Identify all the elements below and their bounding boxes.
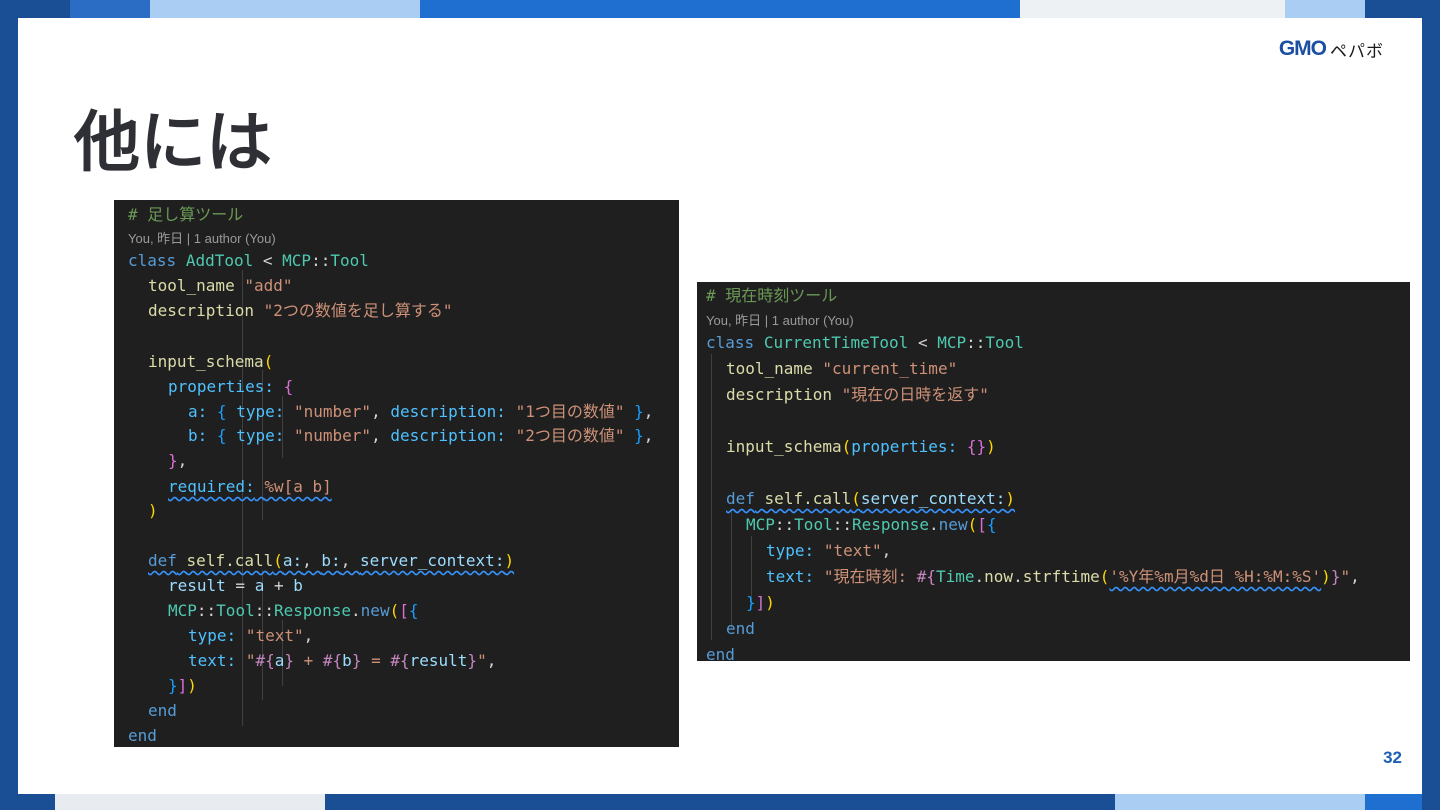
code-line: def self.call(server_context:) [726, 489, 1016, 508]
code-line: tool_name "current_time" [726, 359, 958, 378]
code-line: class AddTool < MCP::Tool [128, 251, 369, 270]
code-line: type: "text", [188, 626, 314, 645]
slide: GMO ペパボ 他には # 足し算ツール You, 昨日 | 1 author … [18, 18, 1422, 794]
git-blame: You, 昨日 | 1 author (You) [706, 313, 854, 328]
logo-sub: ペパボ [1330, 41, 1384, 62]
code-line: description "現在の日時を返す" [726, 385, 989, 404]
git-blame: You, 昨日 | 1 author (You) [128, 231, 276, 246]
code-line: input_schema( [148, 352, 274, 371]
right-frame [1422, 0, 1440, 810]
company-logo: GMO ペパボ [1278, 37, 1384, 62]
code-line: input_schema(properties: {}) [726, 437, 996, 456]
code-screenshot-current-time-tool: # 現在時刻ツール You, 昨日 | 1 author (You) class… [697, 282, 1410, 661]
code-line: description "2つの数値を足し算する" [148, 301, 453, 320]
code-line: MCP::Tool::Response.new([{ [168, 601, 419, 620]
code-line: }]) [168, 676, 197, 695]
code-line: end [726, 619, 755, 638]
code-line: text: "現在時刻: #{Time.now.strftime('%Y年%m月… [766, 567, 1360, 586]
top-decor-bar [0, 0, 1440, 18]
bottom-decor-bar [0, 794, 1440, 810]
indent-guide [731, 510, 732, 630]
code-comment: # 足し算ツール [128, 205, 244, 224]
code-line: properties: { [168, 377, 294, 396]
code-line: end [128, 726, 157, 745]
left-frame [0, 0, 18, 810]
code-line: a: { type: "number", description: "1つ目の数… [188, 402, 654, 421]
code-line: }, [168, 451, 188, 470]
page-number: 32 [1383, 748, 1402, 767]
code-line: tool_name "add" [148, 276, 293, 295]
logo-brand: GMO [1278, 37, 1327, 60]
code-line: def self.call(a:, b:, server_context:) [148, 551, 515, 570]
code-line: MCP::Tool::Response.new([{ [746, 515, 997, 534]
code-line: text: "#{a} + #{b} = #{result}", [188, 651, 497, 670]
code-screenshot-add-tool: # 足し算ツール You, 昨日 | 1 author (You) class … [114, 200, 679, 747]
code-line: ) [148, 501, 158, 520]
code-line: }]) [746, 593, 775, 612]
code-comment: # 現在時刻ツール [706, 286, 838, 305]
code-line: result = a + b [168, 576, 303, 595]
code-line: required: %w[a b] [168, 477, 332, 496]
code-line: b: { type: "number", description: "2つ目の数… [188, 426, 654, 445]
slide-title: 他には [74, 104, 272, 181]
indent-guide [711, 354, 712, 640]
code-line: end [148, 701, 177, 720]
code-line: end [706, 645, 735, 661]
code-line: class CurrentTimeTool < MCP::Tool [706, 333, 1024, 352]
code-line: type: "text", [766, 541, 892, 560]
